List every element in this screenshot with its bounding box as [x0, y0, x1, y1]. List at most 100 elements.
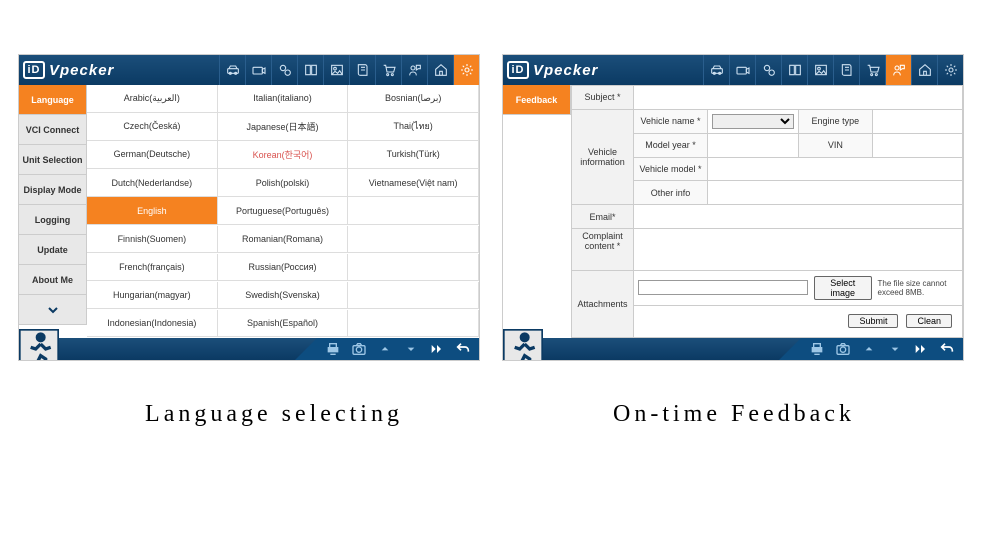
sidebar-item-update[interactable]: Update: [19, 235, 87, 265]
footer-right: [503, 338, 963, 360]
email-input[interactable]: [638, 209, 958, 224]
up-arrow-icon[interactable]: [377, 341, 393, 357]
down-arrow-icon[interactable]: [887, 341, 903, 357]
book-icon[interactable]: [781, 55, 807, 85]
sidebar-item-logging[interactable]: Logging: [19, 205, 87, 235]
language-option[interactable]: Polish(polski): [218, 169, 349, 197]
language-option[interactable]: Dutch(Nederlandse): [87, 169, 218, 197]
vehicle-name-select[interactable]: [712, 114, 794, 129]
language-option[interactable]: Indonesian(Indonesia): [87, 310, 218, 338]
camera-footer-icon[interactable]: [835, 341, 851, 357]
forward-double-icon[interactable]: [913, 341, 929, 357]
language-option[interactable]: Vietnamese(Việt nam): [348, 169, 479, 197]
car-front-icon[interactable]: [219, 55, 245, 85]
language-empty-cell: [348, 197, 479, 225]
sidebar-item-about-me[interactable]: About Me: [19, 265, 87, 295]
submit-button[interactable]: Submit: [848, 314, 898, 328]
vehicle-info-label: Vehicle information: [572, 109, 634, 204]
language-option[interactable]: Finnish(Suomen): [87, 226, 218, 254]
vin-input[interactable]: [877, 138, 958, 153]
sidebar-item-language[interactable]: Language: [19, 85, 87, 115]
language-option[interactable]: Italian(italiano): [218, 85, 349, 113]
model-year-input[interactable]: [712, 138, 794, 153]
logo-badge: iD: [23, 61, 45, 79]
feedback-content: Subject * Vehicle information Vehicle na…: [571, 85, 963, 338]
home-icon[interactable]: [911, 55, 937, 85]
language-option[interactable]: German(Deutsche): [87, 141, 218, 169]
language-option[interactable]: English: [87, 197, 218, 225]
language-option[interactable]: Russian(Россия): [218, 254, 349, 282]
print-icon[interactable]: [325, 341, 341, 357]
sidebar-item-display-mode[interactable]: Display Mode: [19, 175, 87, 205]
gear-pair-icon[interactable]: [271, 55, 297, 85]
manual-icon[interactable]: [349, 55, 375, 85]
language-screen: iD Vpecker LanguageVCI ConnectUnit Selec…: [18, 54, 480, 361]
up-arrow-icon[interactable]: [861, 341, 877, 357]
subject-input[interactable]: [638, 90, 958, 105]
forward-double-icon[interactable]: [429, 341, 445, 357]
vehicle-model-input[interactable]: [712, 162, 958, 177]
language-option[interactable]: Spanish(Español): [218, 310, 349, 338]
language-option[interactable]: Bosnian(برصا): [348, 85, 479, 113]
home-icon[interactable]: [427, 55, 453, 85]
complaint-textarea[interactable]: [638, 231, 958, 268]
subject-label: Subject *: [572, 86, 634, 110]
gear-pair-icon[interactable]: [755, 55, 781, 85]
language-empty-cell: [348, 310, 479, 338]
attachments-label: Attachments: [572, 271, 634, 338]
footer-slope: [779, 338, 801, 360]
cart-icon[interactable]: [859, 55, 885, 85]
engine-type-input[interactable]: [877, 114, 958, 129]
select-image-button[interactable]: Select image: [814, 276, 872, 300]
settings-gear-icon[interactable]: [453, 55, 479, 85]
language-option[interactable]: Korean(한국어): [218, 141, 349, 169]
sidebar-item-feedback[interactable]: Feedback: [503, 85, 571, 115]
run-man-icon[interactable]: [503, 329, 543, 361]
attachment-path-input[interactable]: [638, 280, 808, 295]
language-empty-cell: [348, 282, 479, 310]
cart-icon[interactable]: [375, 55, 401, 85]
book-icon[interactable]: [297, 55, 323, 85]
camera-icon[interactable]: [245, 55, 271, 85]
feedback-screen: iD Vpecker Feedback Subject * Vehicle in…: [502, 54, 964, 361]
file-size-hint: The file size cannot exceed 8MB.: [878, 279, 958, 297]
sidebar-item-vci-connect[interactable]: VCI Connect: [19, 115, 87, 145]
image-icon[interactable]: [807, 55, 833, 85]
language-option[interactable]: Romanian(Romana): [218, 226, 349, 254]
titlebar-icons-left: [219, 55, 479, 85]
language-option[interactable]: Japanese(日本語): [218, 113, 349, 141]
language-option[interactable]: Thai(ไทย): [348, 113, 479, 141]
back-return-icon[interactable]: [455, 341, 471, 357]
run-man-icon[interactable]: [19, 329, 59, 361]
app-brand: Vpecker: [533, 62, 598, 79]
sidebar-right: Feedback: [503, 85, 571, 338]
other-info-input[interactable]: [712, 185, 958, 200]
settings-gear-icon[interactable]: [937, 55, 963, 85]
down-arrow-icon[interactable]: [403, 341, 419, 357]
language-option[interactable]: Hungarian(magyar): [87, 282, 218, 310]
model-year-label: Model year *: [634, 133, 708, 157]
language-option[interactable]: French(français): [87, 254, 218, 282]
print-icon[interactable]: [809, 341, 825, 357]
camera-footer-icon[interactable]: [351, 341, 367, 357]
sidebar-left: LanguageVCI ConnectUnit SelectionDisplay…: [19, 85, 87, 338]
sidebar-item-unit-selection[interactable]: Unit Selection: [19, 145, 87, 175]
language-option[interactable]: Swedish(Svenska): [218, 282, 349, 310]
clean-button[interactable]: Clean: [906, 314, 952, 328]
sidebar-more-chevron-icon[interactable]: [19, 295, 87, 325]
language-option[interactable]: Turkish(Türk): [348, 141, 479, 169]
language-option[interactable]: Czech(Česká): [87, 113, 218, 141]
person-chat-icon[interactable]: [885, 55, 911, 85]
language-option[interactable]: Arabic(العربية): [87, 85, 218, 113]
manual-icon[interactable]: [833, 55, 859, 85]
feedback-form: Subject * Vehicle information Vehicle na…: [571, 85, 963, 338]
image-icon[interactable]: [323, 55, 349, 85]
language-content: Arabic(العربية)Italian(italiano)Bosnian(…: [87, 85, 479, 338]
back-return-icon[interactable]: [939, 341, 955, 357]
person-chat-icon[interactable]: [401, 55, 427, 85]
app-logo: iD Vpecker: [19, 61, 120, 79]
footer-slope: [295, 338, 317, 360]
language-option[interactable]: Portuguese(Português): [218, 197, 349, 225]
camera-icon[interactable]: [729, 55, 755, 85]
car-front-icon[interactable]: [703, 55, 729, 85]
